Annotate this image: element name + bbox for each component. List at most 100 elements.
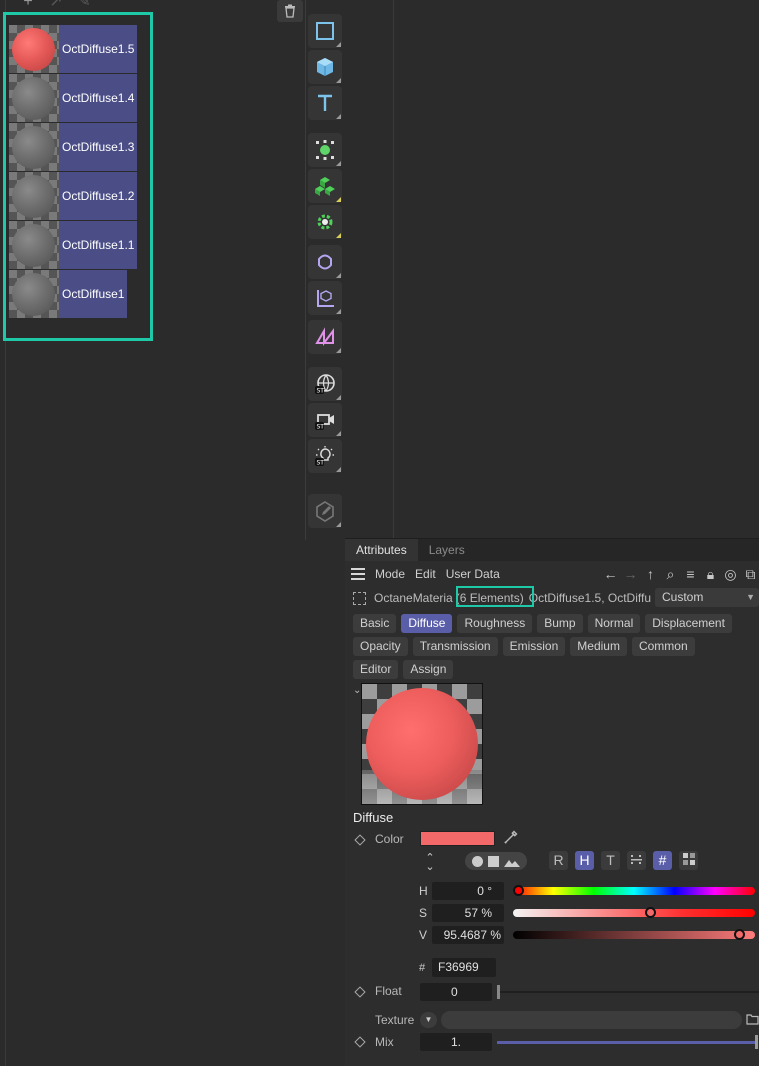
- target-icon[interactable]: ◎: [722, 565, 739, 583]
- svg-text:ST: ST: [317, 424, 325, 431]
- hamburger-menu-icon[interactable]: [351, 568, 365, 580]
- folder-icon[interactable]: [746, 1013, 759, 1025]
- menu-mode[interactable]: Mode: [375, 567, 405, 581]
- section-title: Diffuse: [353, 810, 394, 825]
- arrow-up-icon[interactable]: ↑: [642, 565, 659, 583]
- scene-node-icon: [315, 327, 334, 346]
- tool-light[interactable]: ST: [308, 439, 342, 473]
- generator-gear-icon: [317, 214, 333, 230]
- tool-text[interactable]: [308, 86, 342, 120]
- text-icon: [318, 94, 332, 111]
- arrow-left-icon[interactable]: ←: [602, 565, 619, 583]
- tool-sky[interactable]: ST: [308, 367, 342, 401]
- saturation-field[interactable]: 57 %: [432, 904, 504, 922]
- tab-basic[interactable]: Basic: [353, 614, 397, 633]
- tool-field[interactable]: [308, 281, 342, 315]
- mode-rgb-button[interactable]: R: [549, 851, 568, 870]
- tool-camera[interactable]: ST: [308, 403, 342, 437]
- value-slider[interactable]: [513, 931, 755, 939]
- arrow-right-icon[interactable]: →: [622, 565, 639, 583]
- square-icon[interactable]: [487, 855, 499, 867]
- hex-field[interactable]: F36969: [432, 958, 496, 977]
- color-label: Color: [375, 832, 404, 846]
- float-slider-handle[interactable]: [497, 985, 500, 999]
- eyedropper-icon[interactable]: [503, 829, 519, 845]
- tab-displacement[interactable]: Displacement: [645, 614, 732, 633]
- swatches-icon: [682, 853, 695, 865]
- edit-pen-icon: [316, 501, 334, 522]
- value-field[interactable]: 95.4687 %: [432, 926, 504, 944]
- texture-label: Texture: [375, 1013, 415, 1027]
- mix-field[interactable]: 1.: [420, 1033, 492, 1051]
- tool-cube[interactable]: [308, 50, 342, 84]
- float-field[interactable]: 0: [420, 983, 492, 1001]
- tab-bump[interactable]: Bump: [537, 614, 583, 633]
- value-slider-handle[interactable]: [733, 929, 745, 940]
- tab-emission[interactable]: Emission: [502, 637, 566, 656]
- mode-hex-button[interactable]: #: [653, 851, 672, 870]
- keyframe-diamond-icon[interactable]: [354, 986, 366, 998]
- hue-slider-handle[interactable]: [513, 885, 524, 896]
- mode-temperature-button[interactable]: T: [601, 851, 620, 870]
- tab-editor[interactable]: Editor: [353, 660, 399, 679]
- keyframe-diamond-icon[interactable]: [354, 1036, 366, 1048]
- expand-chevrons-icon[interactable]: ⌃ ⌄: [424, 853, 436, 873]
- new-window-icon[interactable]: ⧉: [742, 565, 759, 583]
- field-axis-icon: [317, 290, 334, 307]
- delete-material-button[interactable]: [277, 0, 303, 22]
- color-swatch[interactable]: [420, 831, 495, 846]
- menu-user-data[interactable]: User Data: [446, 567, 500, 581]
- mode-swatches-button[interactable]: [679, 851, 698, 870]
- mix-slider-handle[interactable]: [755, 1035, 758, 1049]
- tool-deformer[interactable]: [308, 245, 342, 279]
- menu-edit[interactable]: Edit: [415, 567, 436, 581]
- object-type: OctaneMateria: [374, 591, 453, 605]
- mode-hsv-button[interactable]: H: [575, 851, 594, 870]
- object-toolbar: ST ST ST: [305, 0, 345, 540]
- float-slider[interactable]: [498, 991, 759, 993]
- tab-layers[interactable]: Layers: [418, 539, 476, 561]
- saturation-slider-handle[interactable]: [644, 907, 656, 918]
- tab-diffuse[interactable]: Diffuse: [401, 614, 453, 633]
- eyedropper-icon[interactable]: ✎: [74, 0, 94, 12]
- keyframe-diamond-icon[interactable]: [354, 834, 366, 846]
- tab-opacity[interactable]: Opacity: [353, 637, 408, 656]
- tab-common[interactable]: Common: [631, 637, 695, 656]
- tab-transmission[interactable]: Transmission: [412, 637, 498, 656]
- attribute-nav-icons: ← → ↑ ⌕ ≡ 🔒︎ ◎ ⧉: [602, 563, 759, 585]
- tool-cloner[interactable]: [308, 169, 342, 203]
- saturation-slider[interactable]: [513, 909, 755, 917]
- tool-edit[interactable]: [308, 494, 342, 528]
- hue-field[interactable]: 0 °: [432, 882, 504, 900]
- tab-assign[interactable]: Assign: [403, 660, 454, 679]
- tool-scene[interactable]: [308, 320, 342, 354]
- mix-slider[interactable]: [497, 1041, 755, 1044]
- circle-icon[interactable]: [471, 855, 483, 867]
- arrow-up-right-icon[interactable]: ↗: [46, 0, 66, 12]
- material-type-icon: [353, 591, 366, 605]
- lock-icon[interactable]: 🔒︎: [702, 565, 719, 583]
- texture-menu-button[interactable]: ▼: [420, 1012, 437, 1028]
- selection-highlight: [3, 12, 153, 341]
- hue-slider[interactable]: [513, 887, 755, 895]
- viewport-area: [345, 0, 759, 538]
- material-manager: + ↗ ✎ OctDiffuse1.5 OctDiffuse1.4 OctDiffu…: [0, 0, 304, 1066]
- texture-field[interactable]: [441, 1011, 742, 1029]
- search-icon[interactable]: ⌕: [662, 565, 679, 583]
- tab-attributes[interactable]: Attributes: [345, 539, 418, 561]
- tab-medium[interactable]: Medium: [570, 637, 627, 656]
- tool-spline[interactable]: [308, 133, 342, 167]
- mode-mixer-button[interactable]: [627, 851, 646, 870]
- plus-icon[interactable]: +: [18, 0, 38, 12]
- tab-roughness[interactable]: Roughness: [457, 614, 533, 633]
- mograph-cloner-icon: [315, 177, 335, 196]
- tool-generator[interactable]: [308, 205, 342, 239]
- tab-normal[interactable]: Normal: [587, 614, 641, 633]
- attribute-menubar: Mode Edit User Data ← → ↑ ⌕ ≡ 🔒︎ ◎ ⧉: [345, 563, 759, 585]
- preset-select[interactable]: Custom ▼: [655, 588, 759, 607]
- channel-tabs-row-2: Opacity Transmission Emission Medium Common: [353, 637, 695, 656]
- image-mountain-icon[interactable]: [504, 856, 521, 867]
- tool-cube-outline[interactable]: [308, 14, 342, 48]
- viewport-divider: [393, 0, 394, 538]
- filter-icon[interactable]: ≡: [682, 565, 699, 583]
